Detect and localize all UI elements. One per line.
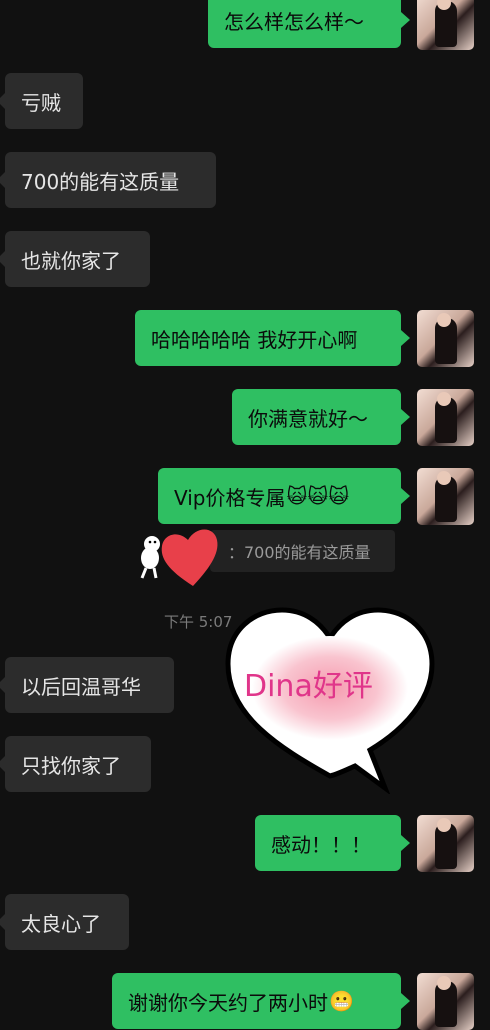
message-text: 怎么样怎么样～ [224, 9, 364, 34]
message-outgoing[interactable]: 你满意就好～ [232, 389, 410, 445]
message-outgoing[interactable]: 谢谢你今天约了两小时 😬 [112, 973, 410, 1029]
message-text: 你满意就好～ [248, 406, 368, 431]
message-incoming[interactable]: 亏贼 [0, 73, 83, 129]
message-outgoing[interactable]: Vip价格专属 🙀🙀🙀 [158, 468, 410, 524]
cat-face-icon: 🙀🙀🙀 [286, 484, 350, 508]
message-incoming[interactable]: 以后回温哥华 [0, 657, 174, 713]
quoted-message[interactable]: ：700的能有这质量 [210, 530, 395, 572]
message-incoming[interactable]: 也就你家了 [0, 231, 150, 287]
heart-sticker[interactable] [138, 520, 228, 590]
message-text: 哈哈哈哈哈 我好开心啊 [151, 327, 358, 352]
avatar[interactable] [417, 310, 474, 367]
message-outgoing[interactable]: 怎么样怎么样～ [208, 0, 410, 48]
message-text: 谢谢你今天约了两小时 [128, 990, 328, 1015]
message-text: 只找你家了 [21, 753, 121, 778]
grin-icon: 😬 [329, 989, 354, 1013]
avatar[interactable] [417, 815, 474, 872]
avatar[interactable] [417, 0, 474, 50]
message-text: 700的能有这质量 [21, 169, 180, 194]
message-text: 也就你家了 [21, 248, 121, 273]
message-incoming[interactable]: 700的能有这质量 [0, 152, 216, 208]
message-text: 亏贼 [21, 90, 61, 115]
avatar[interactable] [417, 389, 474, 446]
quoted-text: ：700的能有这质量 [228, 543, 371, 562]
message-outgoing[interactable]: 感动！！！ [255, 815, 410, 871]
dina-heart-sticker[interactable]: Dina好评 [220, 598, 440, 794]
message-text: 感动！！！ [271, 832, 371, 857]
message-text: Vip价格专属 [174, 485, 286, 510]
message-outgoing[interactable]: 哈哈哈哈哈 我好开心啊 [135, 310, 410, 366]
message-text: 以后回温哥华 [21, 674, 141, 699]
avatar[interactable] [417, 973, 474, 1030]
message-incoming[interactable]: 太良心了 [0, 894, 129, 950]
sticker-text: Dina好评 [244, 669, 373, 704]
message-text: 太良心了 [21, 911, 101, 936]
avatar[interactable] [417, 468, 474, 525]
message-incoming[interactable]: 只找你家了 [0, 736, 151, 792]
